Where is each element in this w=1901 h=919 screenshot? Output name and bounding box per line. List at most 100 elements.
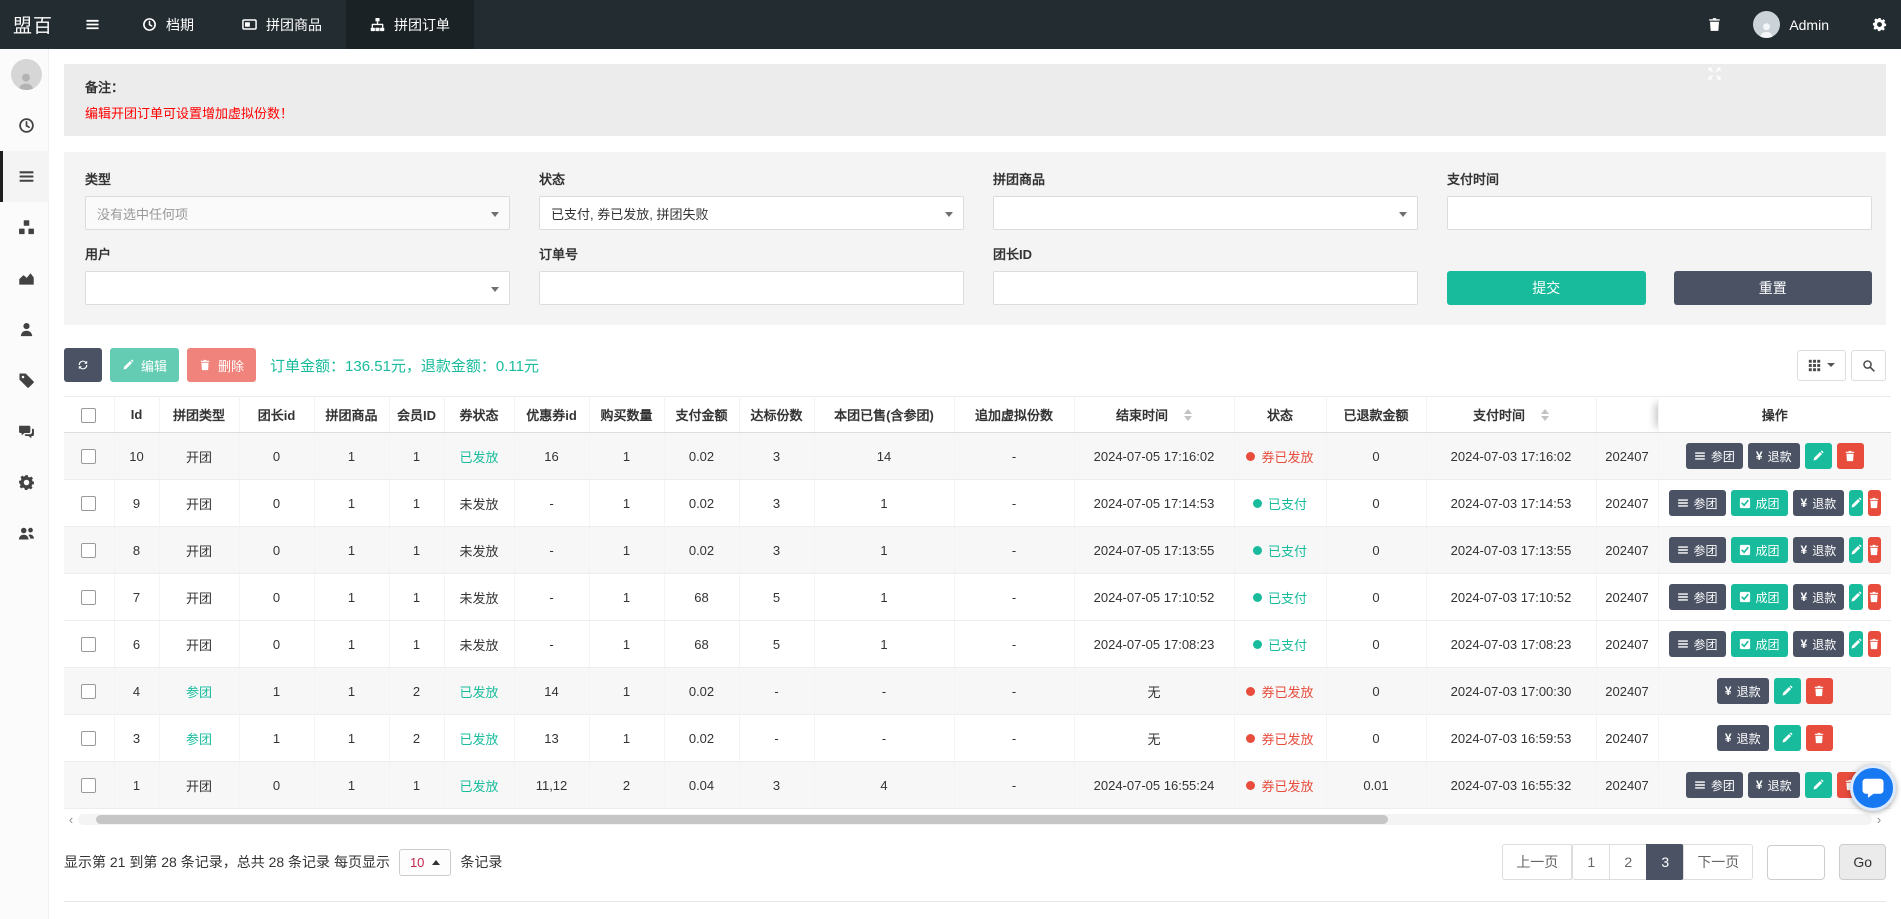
edit-action-button[interactable] xyxy=(1805,772,1832,798)
go-button[interactable]: Go xyxy=(1839,844,1886,880)
trash-button[interactable] xyxy=(1690,0,1739,49)
scrollbar-thumb[interactable] xyxy=(96,815,1388,824)
filter-user-select[interactable] xyxy=(85,271,510,305)
sidebar-item-comments[interactable] xyxy=(0,406,49,457)
delete-action-button[interactable] xyxy=(1806,725,1833,751)
refund-action-button[interactable]: ¥退款 xyxy=(1793,631,1845,657)
delete-action-button[interactable] xyxy=(1868,584,1881,610)
prev-page-button[interactable]: 上一页 xyxy=(1502,844,1572,880)
row-checkbox[interactable] xyxy=(81,449,96,464)
edit-action-button[interactable] xyxy=(1849,490,1862,516)
row-checkbox[interactable] xyxy=(81,778,96,793)
tab-拼团订单[interactable]: 拼团订单 xyxy=(346,0,474,49)
group-action-button[interactable]: 成团 xyxy=(1731,584,1788,610)
refund-action-button[interactable]: ¥退款 xyxy=(1793,584,1845,610)
page-2-button[interactable]: 2 xyxy=(1609,844,1647,880)
join-action-button[interactable]: 参团 xyxy=(1669,490,1726,516)
column-header-pay_time[interactable]: 支付时间 xyxy=(1426,397,1596,433)
user-menu[interactable]: Admin xyxy=(1789,17,1829,33)
refund-action-button[interactable]: ¥退款 xyxy=(1748,772,1800,798)
refund-action-button[interactable]: ¥退款 xyxy=(1793,490,1845,516)
filter-leaderid-input[interactable] xyxy=(993,271,1418,305)
page-3-button[interactable]: 3 xyxy=(1646,844,1684,880)
cell-value: 1 xyxy=(623,637,630,652)
sidebar-item-bars[interactable] xyxy=(0,151,49,202)
group-action-button[interactable]: 成团 xyxy=(1731,537,1788,563)
edit-action-button[interactable] xyxy=(1774,725,1801,751)
cell-coupon_status: 已发放 xyxy=(444,433,514,480)
row-checkbox[interactable] xyxy=(81,543,96,558)
row-checkbox[interactable] xyxy=(81,684,96,699)
join-action-button[interactable]: 参团 xyxy=(1686,772,1743,798)
edit-action-button[interactable] xyxy=(1849,631,1862,657)
row-checkbox[interactable] xyxy=(81,496,96,511)
select-all-checkbox[interactable] xyxy=(81,408,96,423)
delete-action-button[interactable] xyxy=(1868,631,1881,657)
page-1-button[interactable]: 1 xyxy=(1572,844,1610,880)
sidebar-item-chart[interactable] xyxy=(0,253,49,304)
filter-type-select[interactable]: 没有选中任何项 xyxy=(85,196,510,230)
delete-action-button[interactable] xyxy=(1837,443,1864,469)
sidebar-item-cubes[interactable] xyxy=(0,202,49,253)
join-action-button[interactable]: 参团 xyxy=(1669,631,1726,657)
brand-logo[interactable]: 盟百 xyxy=(0,0,67,49)
expand-button[interactable] xyxy=(1690,49,1739,98)
cell-qty: 1 xyxy=(589,433,664,480)
scroll-right-icon[interactable]: › xyxy=(1872,813,1886,826)
join-action-button[interactable]: 参团 xyxy=(1669,584,1726,610)
scroll-left-icon[interactable]: ‹ xyxy=(64,813,78,826)
sidebar-item-avatar[interactable] xyxy=(0,49,49,100)
delete-action-button[interactable] xyxy=(1868,490,1881,516)
refund-action-button[interactable]: ¥退款 xyxy=(1748,443,1800,469)
sort-icon[interactable] xyxy=(1184,409,1192,421)
settings-button[interactable] xyxy=(1855,0,1901,49)
filter-paytime-input[interactable] xyxy=(1447,196,1872,230)
group-action-button[interactable]: 成团 xyxy=(1731,490,1788,516)
refund-action-button[interactable]: ¥退款 xyxy=(1793,537,1845,563)
row-checkbox[interactable] xyxy=(81,637,96,652)
table-row: 1开团011已发放11,1220.0434-2024-07-05 16:55:2… xyxy=(64,762,1891,809)
cell-type: 开团 xyxy=(159,480,239,527)
scrollbar-track[interactable] xyxy=(78,814,1872,825)
refund-action-button[interactable]: ¥退款 xyxy=(1717,678,1769,704)
join-action-button[interactable]: 参团 xyxy=(1669,537,1726,563)
row-checkbox[interactable] xyxy=(81,731,96,746)
join-action-button[interactable]: 参团 xyxy=(1686,443,1743,469)
delete-action-button[interactable] xyxy=(1806,678,1833,704)
refund-action-button[interactable]: ¥退款 xyxy=(1717,725,1769,751)
sort-icon[interactable] xyxy=(1541,409,1549,421)
submit-button[interactable]: 提交 xyxy=(1447,271,1646,305)
tab-拼团商品[interactable]: 拼团商品 xyxy=(218,0,346,49)
row-actions: 参团成团¥退款 xyxy=(1663,584,1888,610)
sidebar-toggle-button[interactable] xyxy=(67,0,118,49)
filter-product-select[interactable] xyxy=(993,196,1418,230)
column-header-end_time[interactable]: 结束时间 xyxy=(1074,397,1234,433)
edit-action-button[interactable] xyxy=(1849,537,1862,563)
edit-action-button[interactable] xyxy=(1774,678,1801,704)
tab-档期[interactable]: 档期 xyxy=(118,0,218,49)
reset-button[interactable]: 重置 xyxy=(1674,271,1873,305)
sidebar-item-person[interactable] xyxy=(0,304,49,355)
row-checkbox[interactable] xyxy=(81,590,96,605)
sidebar-item-tag[interactable] xyxy=(0,355,49,406)
chat-widget-button[interactable] xyxy=(1850,765,1896,811)
filter-orderno-input[interactable] xyxy=(539,271,964,305)
edit-action-button[interactable] xyxy=(1849,584,1862,610)
group-action-button[interactable]: 成团 xyxy=(1731,631,1788,657)
sidebar-item-clock[interactable] xyxy=(0,100,49,151)
delete-action-button[interactable] xyxy=(1868,537,1881,563)
page-size-dropdown[interactable]: 10 xyxy=(399,849,451,876)
refresh-button[interactable] xyxy=(64,348,102,382)
delete-button[interactable]: 删除 xyxy=(187,348,256,382)
search-button[interactable] xyxy=(1851,350,1886,381)
sidebar-item-users[interactable] xyxy=(0,508,49,559)
filter-status-select[interactable]: 已支付, 券已发放, 拼团失败 xyxy=(539,196,964,230)
sidebar-item-cog[interactable] xyxy=(0,457,49,508)
next-page-button[interactable]: 下一页 xyxy=(1683,844,1753,880)
avatar[interactable] xyxy=(1753,11,1780,38)
edit-button[interactable]: 编辑 xyxy=(110,348,179,382)
columns-dropdown-button[interactable] xyxy=(1797,350,1846,381)
goto-page-input[interactable] xyxy=(1767,845,1825,880)
action-label: 参团 xyxy=(1711,448,1735,465)
edit-action-button[interactable] xyxy=(1805,443,1832,469)
